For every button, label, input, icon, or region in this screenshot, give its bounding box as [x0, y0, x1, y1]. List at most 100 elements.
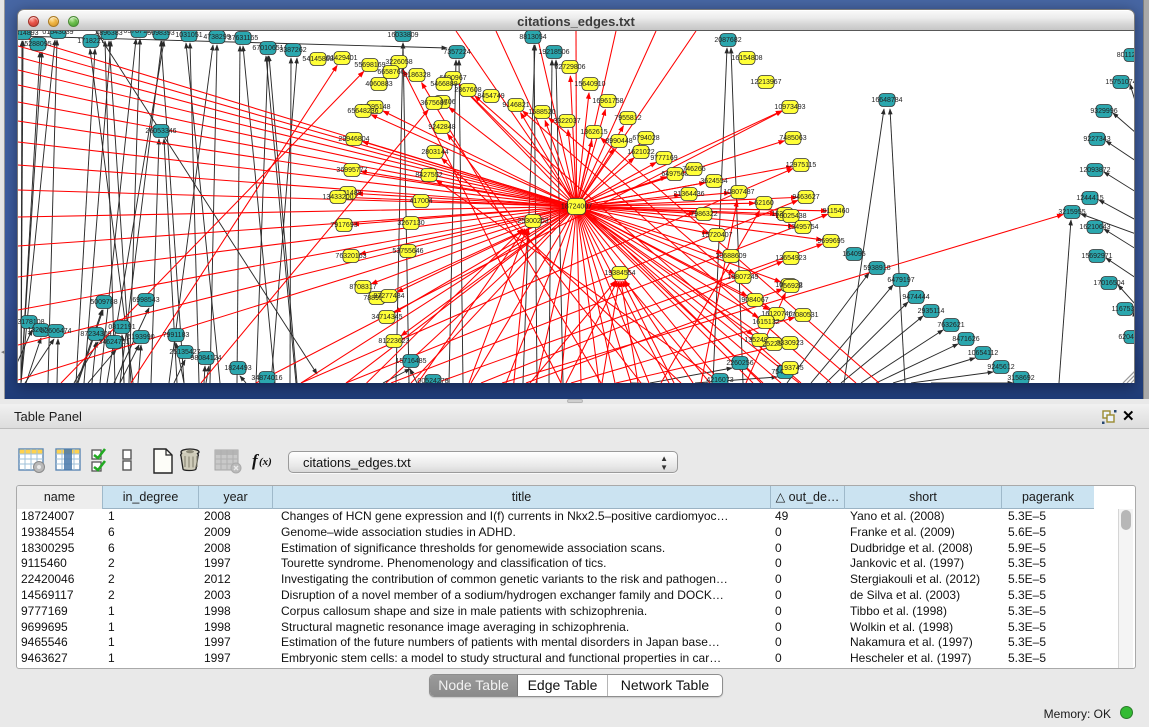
svg-text:62160: 62160 [754, 200, 774, 207]
svg-text:(x): (x) [259, 456, 272, 468]
svg-text:1824493: 1824493 [224, 365, 251, 372]
svg-text:19218506: 19218506 [538, 49, 569, 56]
svg-text:1588520: 1588520 [528, 109, 555, 116]
svg-text:19384554: 19384554 [604, 270, 635, 277]
svg-text:34874016: 34874016 [251, 375, 282, 382]
svg-text:7986322: 7986322 [690, 211, 717, 218]
svg-text:6658760: 6658760 [377, 69, 404, 76]
svg-text:36995777: 36995777 [336, 167, 367, 174]
svg-text:6193990: 6193990 [127, 334, 154, 341]
svg-text:164095: 164095 [842, 251, 865, 258]
svg-text:9329996: 9329996 [1090, 108, 1117, 115]
svg-text:02606474: 02606474 [40, 328, 71, 335]
svg-text:13495754: 13495754 [787, 224, 818, 231]
svg-text:17080531: 17080531 [787, 312, 818, 319]
svg-text:9245612: 9245612 [987, 364, 1014, 371]
svg-text:3387262: 3387262 [279, 47, 306, 54]
svg-text:6794028: 6794028 [632, 135, 659, 142]
svg-text:7991183: 7991183 [163, 332, 190, 339]
svg-text:37631165: 37631165 [228, 35, 259, 42]
svg-text:3215955: 3215955 [1058, 209, 1085, 216]
svg-text:5938918: 5938918 [863, 265, 890, 272]
svg-text:15751074: 15751074 [1105, 79, 1135, 86]
svg-text:9227343: 9227343 [1083, 136, 1110, 143]
svg-text:5288095: 5288095 [24, 41, 51, 48]
svg-text:7917693: 7917693 [330, 222, 357, 229]
svg-text:1167534: 1167534 [1112, 306, 1135, 313]
svg-text:8427552: 8427552 [415, 172, 442, 179]
svg-text:3267130: 3267130 [397, 220, 424, 227]
svg-text:3322037: 3322037 [553, 118, 580, 125]
svg-text:8454749: 8454749 [477, 93, 504, 100]
svg-text:13654923: 13654923 [775, 255, 806, 262]
svg-text:3675685: 3675685 [420, 100, 447, 107]
svg-text:746266: 746266 [682, 166, 705, 173]
svg-text:756928: 756928 [779, 283, 802, 290]
svg-text:00524278: 00524278 [417, 378, 448, 383]
svg-text:9777169: 9777169 [650, 155, 677, 162]
svg-text:7632621: 7632621 [937, 322, 964, 329]
svg-text:1362615: 1362615 [580, 129, 607, 136]
svg-text:9242848: 9242848 [428, 124, 455, 131]
svg-text:3158692: 3158692 [1007, 375, 1034, 382]
svg-text:34624751: 34624751 [98, 339, 129, 346]
svg-text:65648236: 65648236 [347, 108, 378, 115]
svg-text:3226058: 3226058 [385, 59, 412, 66]
svg-text:6479197: 6479197 [887, 277, 914, 284]
svg-text:01429401: 01429401 [326, 55, 357, 62]
svg-text:15640910: 15640910 [574, 81, 605, 88]
svg-text:34714345: 34714345 [371, 314, 402, 321]
svg-text:87277434: 87277434 [373, 293, 404, 300]
svg-text:9463627: 9463627 [792, 194, 819, 201]
svg-text:53755646: 53755646 [392, 248, 423, 255]
svg-text:1718227: 1718227 [77, 38, 104, 45]
svg-text:9115460: 9115460 [823, 208, 850, 215]
svg-text:10688609: 10688609 [715, 253, 746, 260]
svg-text:1031051: 1031051 [175, 32, 202, 39]
svg-text:26053346: 26053346 [145, 128, 176, 135]
svg-text:16648784: 16648784 [871, 97, 902, 104]
svg-text:8813054: 8813054 [519, 34, 546, 41]
svg-text:10654112: 10654112 [968, 350, 999, 357]
svg-text:2087682: 2087682 [714, 37, 741, 44]
svg-text:4896383: 4896383 [95, 31, 122, 37]
svg-text:16154808: 16154808 [731, 55, 762, 62]
svg-text:9146821: 9146821 [502, 102, 529, 109]
svg-text:8186328: 8186328 [403, 72, 430, 79]
svg-text:76320163: 76320163 [335, 253, 366, 260]
svg-text:29946804: 29946804 [338, 136, 369, 143]
svg-text:12213967: 12213967 [750, 79, 781, 86]
svg-text:7357224: 7357224 [443, 49, 470, 56]
svg-text:62729806: 62729806 [554, 64, 585, 71]
svg-text:10025438: 10025438 [775, 213, 806, 220]
svg-text:2935114: 2935114 [918, 308, 945, 315]
svg-text:12093872: 12093872 [1079, 167, 1110, 174]
svg-text:13433200: 13433200 [322, 194, 353, 201]
svg-text:16033809: 16033809 [387, 32, 418, 39]
svg-text:7193745: 7193745 [776, 365, 803, 372]
svg-text:8471626: 8471626 [952, 336, 979, 343]
svg-text:21364436: 21364436 [673, 191, 704, 198]
svg-text:2803144: 2803144 [421, 149, 448, 156]
svg-text:81223623: 81223623 [378, 338, 409, 345]
svg-text:10973493: 10973493 [774, 104, 805, 111]
svg-text:82814893: 82814893 [18, 31, 39, 37]
svg-text:4216073: 4216073 [706, 377, 733, 383]
svg-text:55698169: 55698169 [354, 62, 385, 69]
svg-text:80112805: 80112805 [1117, 52, 1135, 59]
svg-text:2260256: 2260256 [726, 360, 753, 367]
svg-text:9084067: 9084067 [741, 297, 768, 304]
svg-text:9699695: 9699695 [817, 238, 844, 245]
svg-text:3624554: 3624554 [700, 178, 727, 185]
svg-text:7485063: 7485063 [779, 135, 806, 142]
svg-text:18724007: 18724007 [561, 204, 592, 211]
svg-text:15692971: 15692971 [1081, 253, 1112, 260]
svg-text:7955812: 7955812 [614, 115, 641, 122]
svg-text:8708317: 8708317 [349, 284, 376, 291]
svg-text:417004: 417004 [409, 198, 432, 205]
svg-text:0330923: 0330923 [776, 340, 803, 347]
svg-text:98084124: 98084124 [190, 355, 221, 362]
svg-text:5009788: 5009788 [90, 299, 117, 306]
svg-text:17016504: 17016504 [1093, 280, 1124, 287]
svg-text:15716485: 15716485 [395, 358, 426, 365]
